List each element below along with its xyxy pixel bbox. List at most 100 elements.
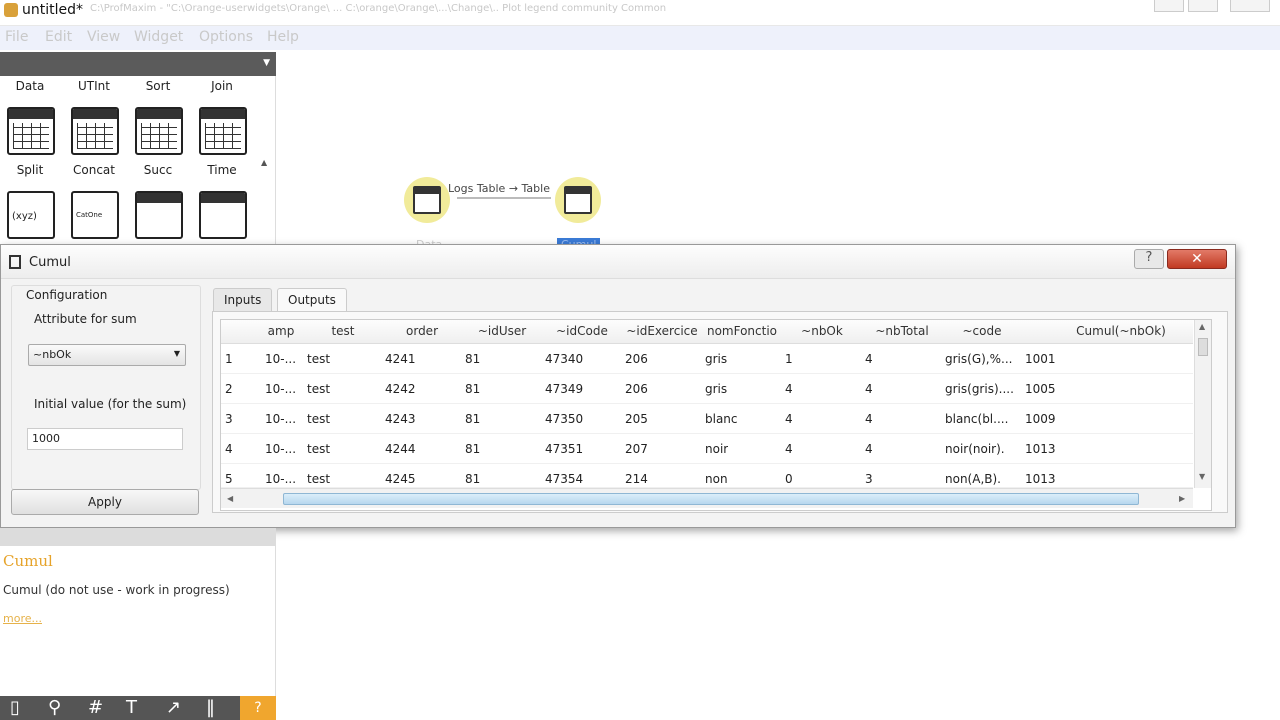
widget-label-data: Data [15, 79, 45, 93]
menubar: File Edit View Widget Options Help [0, 26, 1280, 50]
col-header[interactable]: Cumul(~nbOk) [1023, 324, 1211, 338]
tab-inputs[interactable]: Inputs [213, 288, 273, 312]
description-text: Cumul (do not use - work in progress) [3, 583, 230, 597]
pause-icon[interactable]: ‖ [206, 698, 215, 718]
search-replace-widget-icon[interactable] [199, 191, 247, 239]
maximize-button[interactable] [1188, 0, 1218, 12]
col-header[interactable]: amp [261, 324, 301, 338]
table-cell: 1009 [1025, 412, 1056, 426]
help-icon[interactable]: ? [240, 696, 276, 720]
vertical-scrollbar[interactable]: ▲ ▼ [1194, 320, 1211, 488]
col-header[interactable]: order [383, 324, 461, 338]
scroll-up-icon[interactable]: ▲ [1199, 322, 1205, 331]
table-cell: 47349 [545, 382, 584, 396]
initial-value-label: Initial value (for the sum) [34, 397, 187, 411]
menu-view[interactable]: View [87, 29, 120, 45]
tab-outputs[interactable]: Outputs [277, 288, 347, 312]
table-cell: 4 [865, 412, 873, 426]
help-button[interactable]: ? [1134, 249, 1164, 269]
table-cell: 4241 [385, 352, 416, 366]
text-icon[interactable]: T [126, 698, 137, 718]
table-cell: 1005 [1025, 382, 1056, 396]
table-cell: 4244 [385, 442, 416, 456]
table-cell: 81 [465, 352, 481, 366]
table-cell: test [307, 472, 331, 486]
menu-widget[interactable]: Widget [134, 29, 183, 45]
table-cell: 10-... [265, 352, 297, 366]
table-cell: test [307, 382, 331, 396]
arrow-icon[interactable]: ↗ [166, 698, 181, 718]
table-cell: 47350 [545, 412, 584, 426]
bottom-toolbar: ▯ ⚲ # T ↗ ‖ ? [0, 696, 276, 720]
attribute-value: ~nbOk [33, 348, 72, 361]
table-cell: gris(gris).... [945, 382, 1014, 396]
table-cell: 4243 [385, 412, 416, 426]
cumul-node[interactable] [555, 177, 601, 223]
table-cell: 0 [785, 472, 793, 486]
scroll-left-icon[interactable]: ◀ [227, 494, 233, 503]
zoom-icon[interactable]: ⚲ [48, 698, 61, 718]
catone-widget-icon[interactable]: CatOne [71, 191, 119, 239]
description-header [0, 528, 276, 546]
succ-widget-icon[interactable] [135, 107, 183, 155]
scroll-right-icon[interactable]: ▶ [1179, 494, 1185, 503]
minimize-button[interactable] [1154, 0, 1184, 12]
concat-widget-icon[interactable] [71, 107, 119, 155]
table-cell: 1013 [1025, 442, 1056, 456]
vertical-scroll-thumb[interactable] [1198, 338, 1208, 356]
toolbox-header[interactable]: ▼ [0, 52, 276, 76]
xyz-widget-icon[interactable]: (xyz) [7, 191, 55, 239]
dialog-close-button[interactable]: ✕ [1167, 249, 1227, 269]
table-cell: 47351 [545, 442, 584, 456]
horizontal-scroll-thumb[interactable] [283, 493, 1139, 505]
data-node[interactable] [404, 177, 450, 223]
table-cell: 207 [625, 442, 648, 456]
table-cell: 81 [465, 382, 481, 396]
menu-options[interactable]: Options [199, 29, 253, 45]
search-widget-icon[interactable] [135, 191, 183, 239]
table-row[interactable]: 5 10-... test 4245 81 47354 214 non 0 3 … [221, 464, 1193, 488]
menu-help[interactable]: Help [267, 29, 299, 45]
more-link[interactable]: more... [3, 612, 42, 625]
collapse-arrow-icon[interactable]: ▼ [263, 58, 270, 68]
table-header: amp test order ~idUser ~idCode ~idExerci… [221, 320, 1193, 344]
table-row[interactable]: 2 10-... test 4242 81 47349 206 gris 4 4… [221, 374, 1193, 404]
table-cell: 4 [865, 352, 873, 366]
apply-button[interactable]: Apply [11, 489, 199, 515]
horizontal-scrollbar[interactable]: ◀ ▶ [221, 488, 1193, 508]
col-header[interactable]: ~nbTotal [863, 324, 941, 338]
dialog-titlebar[interactable]: Cumul ? ✕ [1, 245, 1235, 279]
grid-icon[interactable]: # [88, 698, 103, 718]
menu-edit[interactable]: Edit [45, 29, 72, 45]
menu-file[interactable]: File [5, 29, 28, 45]
app-icon [4, 3, 18, 17]
table-cell: 214 [625, 472, 648, 486]
attribute-dropdown[interactable]: ~nbOk ▼ [28, 344, 186, 366]
table-cell: gris [705, 352, 728, 366]
node-link[interactable] [457, 197, 551, 199]
document-icon[interactable]: ▯ [10, 698, 20, 718]
split-widget-icon[interactable] [7, 107, 55, 155]
widget-toolbox: Data UTInt Sort Join ▲ Split Concat Succ… [0, 76, 276, 266]
initial-value-field[interactable]: 1000 [27, 428, 183, 450]
time-widget-icon[interactable] [199, 107, 247, 155]
col-header[interactable]: ~idCode [543, 324, 621, 338]
col-header[interactable]: test [305, 324, 381, 338]
table-row[interactable]: 4 10-... test 4244 81 47351 207 noir 4 4… [221, 434, 1193, 464]
table-cell: 1013 [1025, 472, 1056, 486]
col-header[interactable]: ~idExercice [623, 324, 701, 338]
col-header[interactable]: ~nbOk [783, 324, 861, 338]
description-title: Cumul [3, 552, 53, 570]
table-row[interactable]: 1 10-... test 4241 81 47340 206 gris 1 4… [221, 344, 1193, 374]
widget-label-sort: Sort [145, 79, 171, 93]
col-header[interactable]: nomFonctio [703, 324, 781, 338]
col-header[interactable]: ~code [943, 324, 1021, 338]
table-cell: test [307, 352, 331, 366]
scroll-down-icon[interactable]: ▼ [1199, 472, 1205, 481]
col-header[interactable]: ~idUser [463, 324, 541, 338]
table-cell: 47354 [545, 472, 584, 486]
toolbox-scroll-up-icon[interactable]: ▲ [261, 158, 267, 167]
window-close-button[interactable] [1230, 0, 1270, 12]
table-row[interactable]: 3 10-... test 4243 81 47350 205 blanc 4 … [221, 404, 1193, 434]
description-panel: Cumul Cumul (do not use - work in progre… [0, 546, 276, 696]
